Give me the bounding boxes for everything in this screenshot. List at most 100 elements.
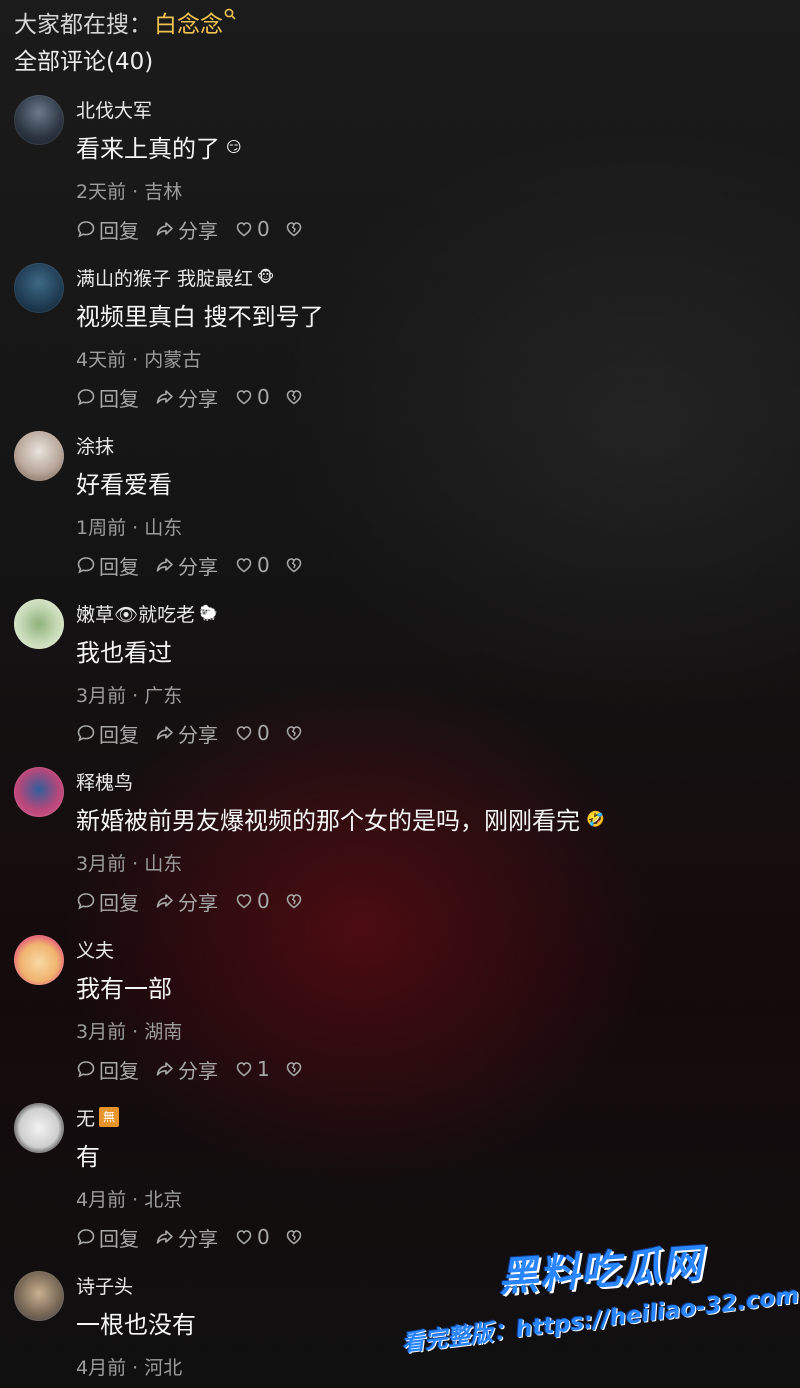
- reply-bubble-icon: [77, 1229, 95, 1246]
- broken-heart-icon: [286, 894, 302, 909]
- sheep-emoji-icon: 🐑: [199, 604, 218, 622]
- like-button[interactable]: 0: [234, 1225, 270, 1249]
- share-arrow-icon: [156, 894, 173, 908]
- share-button[interactable]: 分享: [155, 215, 218, 244]
- reply-bubble-icon: [77, 221, 95, 238]
- like-count: 1: [257, 1057, 270, 1081]
- avatar[interactable]: [14, 767, 64, 817]
- reply-button[interactable]: 回复: [76, 551, 139, 580]
- comment-actions: 回复 分享 0: [76, 1223, 320, 1251]
- like-button[interactable]: 0: [234, 553, 270, 577]
- comment-meta: 1周前 · 山东: [76, 517, 183, 539]
- comment-text: 好看爱看: [76, 471, 172, 499]
- avatar[interactable]: [14, 599, 64, 649]
- comment-item: 释槐鸟 新婚被前男友爆视频的那个女的是吗，刚刚看完 🤣 3月前 · 山东 回复 分…: [0, 767, 800, 935]
- comment-text: 有: [76, 1143, 100, 1171]
- avatar[interactable]: [14, 431, 64, 481]
- avatar[interactable]: [14, 1103, 64, 1153]
- comment-item: 涂抹 好看爱看 1周前 · 山东 回复 分享 0: [0, 431, 800, 599]
- share-button[interactable]: 分享: [155, 551, 218, 580]
- reply-button[interactable]: 回复: [76, 1223, 139, 1252]
- comment-item: 嫩草👁就吃老 🐑 我也看过 3月前 · 广东 回复 分享 0: [0, 599, 800, 767]
- reply-button[interactable]: 回复: [76, 719, 139, 748]
- comment-author[interactable]: 涂抹: [76, 431, 114, 459]
- comment-text: 一根也没有: [76, 1311, 196, 1339]
- share-arrow-icon: [156, 558, 173, 572]
- like-count: 0: [257, 385, 270, 409]
- comment-meta: 4天前 · 内蒙古: [76, 349, 202, 371]
- avatar[interactable]: [14, 935, 64, 985]
- like-count: 0: [257, 553, 270, 577]
- heart-icon: [236, 726, 252, 741]
- like-button[interactable]: 0: [234, 889, 270, 913]
- dislike-button[interactable]: [284, 387, 304, 407]
- dislike-button[interactable]: [284, 555, 304, 575]
- share-button[interactable]: 分享: [155, 383, 218, 412]
- comment-text: 我有一部: [76, 975, 172, 1003]
- comment-text: 看来上真的了 😏: [76, 135, 242, 163]
- like-count: 0: [257, 217, 270, 241]
- share-arrow-icon: [156, 1230, 173, 1244]
- broken-heart-icon: [286, 726, 302, 741]
- comment-author[interactable]: 释槐鸟: [76, 767, 133, 795]
- comment-author[interactable]: 诗子头: [76, 1271, 133, 1299]
- like-button[interactable]: 0: [234, 217, 270, 241]
- comment-meta: 4月前 · 北京: [76, 1189, 183, 1211]
- share-button[interactable]: 分享: [155, 719, 218, 748]
- heart-icon: [236, 390, 252, 405]
- laughing-emoji-icon: 🤣: [586, 809, 605, 828]
- hot-search-label: 大家都在搜：: [14, 12, 152, 38]
- reply-button[interactable]: 回复: [76, 383, 139, 412]
- comment-meta: 2天前 · 吉林: [76, 181, 183, 203]
- heart-icon: [236, 222, 252, 237]
- comment-actions: 回复 分享 0: [76, 887, 320, 915]
- comment-actions: 回复 分享 1: [76, 1055, 320, 1083]
- reply-button[interactable]: 回复: [76, 1055, 139, 1084]
- reply-bubble-icon: [77, 893, 95, 910]
- comment-author[interactable]: 无無: [76, 1103, 120, 1131]
- share-button[interactable]: 分享: [155, 887, 218, 916]
- comment-actions: 回复 分享 0: [76, 719, 320, 747]
- hot-search-term-link[interactable]: 白念念: [154, 5, 223, 39]
- comment-author[interactable]: 义夫: [76, 935, 114, 963]
- like-button[interactable]: 0: [234, 721, 270, 745]
- broken-heart-icon: [286, 558, 302, 573]
- share-button[interactable]: 分享: [155, 1055, 218, 1084]
- dislike-button[interactable]: [284, 891, 304, 911]
- search-icon[interactable]: [224, 8, 236, 24]
- heart-icon: [236, 558, 252, 573]
- share-arrow-icon: [156, 222, 173, 236]
- comment-author[interactable]: 嫩草👁就吃老 🐑: [76, 599, 218, 627]
- comment-author[interactable]: 满山的猴子 我腚最红 🐵: [76, 263, 274, 291]
- dislike-button[interactable]: [284, 1059, 304, 1079]
- comment-meta: 3月前 · 广东: [76, 685, 183, 707]
- comment-item: 北伐大军 看来上真的了 😏 2天前 · 吉林 回复 分享 0: [0, 95, 800, 263]
- comment-item: 满山的猴子 我腚最红 🐵 视频里真白 搜不到号了 4天前 · 内蒙古 回复 分享 …: [0, 263, 800, 431]
- avatar[interactable]: [14, 1271, 64, 1321]
- like-button[interactable]: 1: [234, 1057, 270, 1081]
- share-arrow-icon: [156, 726, 173, 740]
- reply-bubble-icon: [77, 1061, 95, 1078]
- hot-search-bar: 大家都在搜： 白念念: [14, 4, 236, 40]
- dislike-button[interactable]: [284, 219, 304, 239]
- like-count: 0: [257, 1225, 270, 1249]
- comment-actions: 回复 分享 0: [76, 215, 320, 243]
- heart-icon: [236, 1230, 252, 1245]
- comment-text: 新婚被前男友爆视频的那个女的是吗，刚刚看完 🤣: [76, 807, 605, 835]
- comment-meta: 3月前 · 湖南: [76, 1021, 183, 1043]
- avatar[interactable]: [14, 263, 64, 313]
- avatar[interactable]: [14, 95, 64, 145]
- smirk-emoji-icon: 😏: [226, 137, 242, 156]
- reply-button[interactable]: 回复: [76, 887, 139, 916]
- comment-count-heading: 全部评论(40): [14, 49, 154, 75]
- broken-heart-icon: [286, 1230, 302, 1245]
- reply-bubble-icon: [77, 389, 95, 406]
- reply-bubble-icon: [77, 725, 95, 742]
- like-button[interactable]: 0: [234, 385, 270, 409]
- comment-author[interactable]: 北伐大军: [76, 95, 152, 123]
- dislike-button[interactable]: [284, 723, 304, 743]
- reply-button[interactable]: 回复: [76, 215, 139, 244]
- broken-heart-icon: [286, 390, 302, 405]
- share-button[interactable]: 分享: [155, 1223, 218, 1252]
- dislike-button[interactable]: [284, 1227, 304, 1247]
